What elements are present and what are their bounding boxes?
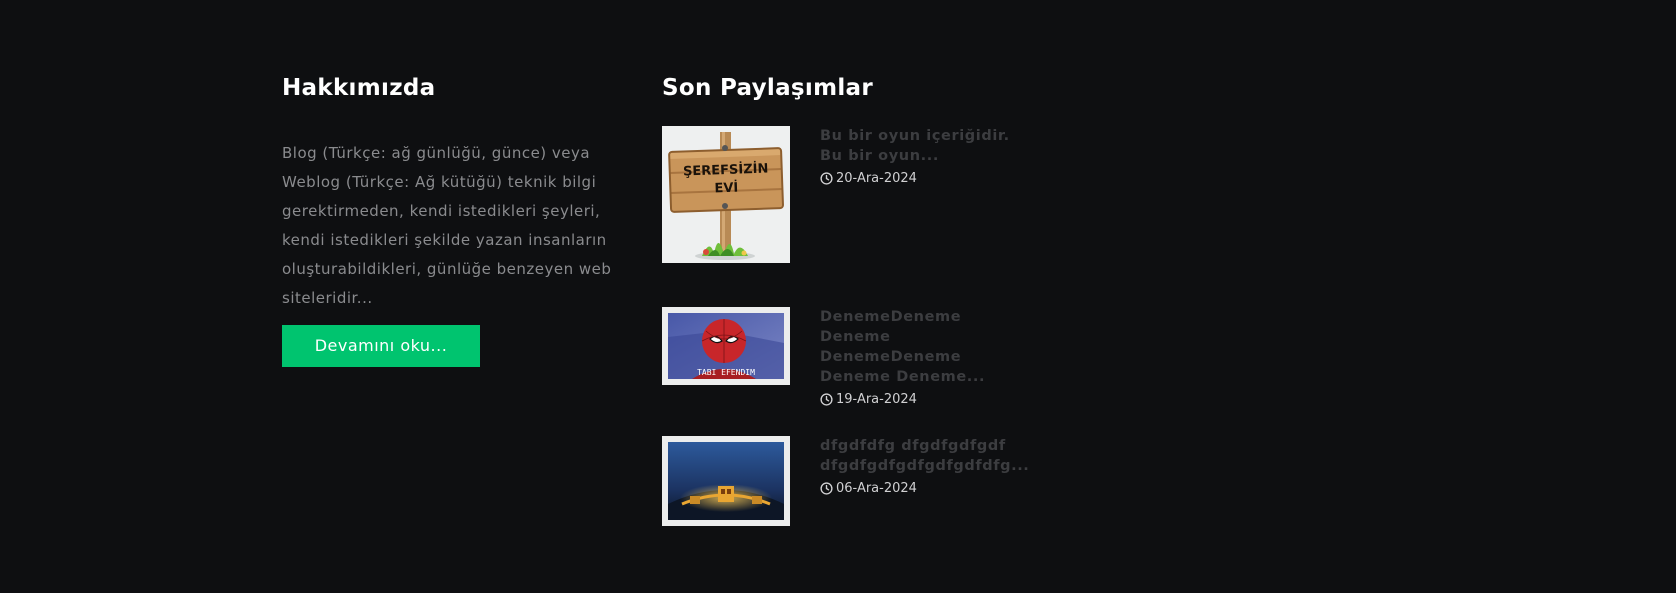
about-section: Hakkımızda Blog (Türkçe: ağ günlüğü, gün… [282, 72, 622, 367]
about-text: Blog (Türkçe: ağ günlüğü, günce) veya We… [282, 144, 612, 307]
about-heading: Hakkımızda [282, 75, 436, 101]
post-info: DenemeDeneme Deneme DenemeDeneme Deneme … [820, 307, 1030, 407]
post-date: 06-Ara-2024 [820, 481, 1030, 496]
post-info: dfgdfdfg dfgdfgdfgdf dfgdfgdfgdfgdfgdfdf… [820, 436, 1030, 496]
recent-posts-heading: Son Paylaşımlar [662, 75, 873, 101]
post-date: 19-Ara-2024 [820, 392, 1030, 407]
clock-icon [820, 482, 833, 495]
post-thumbnail[interactable] [662, 436, 790, 526]
clock-icon [820, 393, 833, 406]
post-title[interactable]: DenemeDeneme Deneme DenemeDeneme Deneme … [820, 307, 1030, 387]
clock-icon [820, 172, 833, 185]
post-date-text: 20-Ara-2024 [836, 171, 917, 186]
post-date: 20-Ara-2024 [820, 171, 1030, 186]
post-info: Bu bir oyun içeriğidir. Bu bir oyun... 2… [820, 126, 1030, 186]
post-thumbnail[interactable]: TABI EFENDIM [662, 307, 790, 385]
read-more-button[interactable]: Devamını oku... [282, 325, 480, 367]
post-date-text: 06-Ara-2024 [836, 481, 917, 496]
recent-posts-section: Son Paylaşımlar ŞEREFSİZİN EVİ Bu bir oy… [662, 72, 1082, 526]
sign-text-line-2: EVİ [714, 180, 738, 197]
sign-text-line-1: ŞEREFSİZİN [683, 161, 769, 180]
post-title[interactable]: dfgdfdfg dfgdfgdfgdf dfgdfgdfgdfgdfgdfdf… [820, 436, 1030, 476]
post-date-text: 19-Ara-2024 [836, 392, 917, 407]
post-thumbnail[interactable]: ŞEREFSİZİN EVİ [662, 126, 790, 263]
post-title[interactable]: Bu bir oyun içeriğidir. Bu bir oyun... [820, 126, 1030, 166]
thumbnail-caption: TABI EFENDIM [697, 368, 755, 377]
